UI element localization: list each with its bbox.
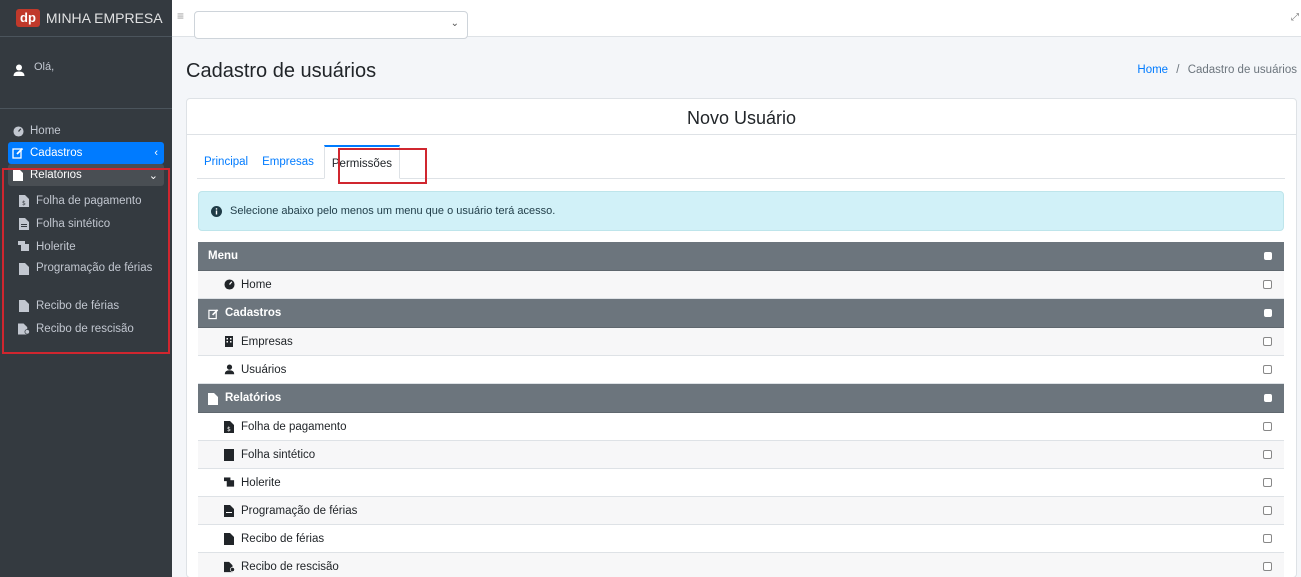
- hamburger-menu-icon[interactable]: ≡: [177, 10, 187, 22]
- permissions-table: Menu Home Cadastros Empresas Usuários Re…: [198, 242, 1284, 577]
- breadcrumb-separator: /: [1176, 64, 1180, 76]
- card-title: Novo Usuário: [187, 99, 1296, 135]
- file-icon: [224, 533, 235, 545]
- table-row-header-menu: Menu: [198, 242, 1284, 271]
- company-select[interactable]: ⌄: [194, 11, 468, 39]
- fullscreen-icon[interactable]: ⤢: [1291, 12, 1299, 23]
- info-alert: Selecione abaixo pelo menos um menu que …: [198, 191, 1284, 231]
- breadcrumb-current: Cadastro de usuários: [1187, 64, 1297, 76]
- checkbox[interactable]: [1263, 478, 1272, 487]
- row-label: Usuários: [241, 363, 287, 376]
- breadcrumb: Home / Cadastro de usuários: [1137, 64, 1297, 76]
- table-row-header-relatorios: Relatórios: [198, 384, 1284, 413]
- user-icon: [224, 364, 235, 375]
- row-label: Programação de férias: [241, 504, 358, 517]
- row-label: Home: [241, 278, 272, 291]
- brand[interactable]: dp MINHA EMPRESA: [0, 0, 172, 37]
- checkbox[interactable]: [1263, 562, 1272, 571]
- checkbox[interactable]: [1263, 422, 1272, 431]
- checkbox[interactable]: [1264, 252, 1272, 260]
- table-row: Empresas: [198, 328, 1284, 356]
- sidebar-item-label: Home: [30, 125, 61, 137]
- row-label: Menu: [208, 250, 239, 262]
- chevron-down-icon: ⌄: [450, 18, 459, 29]
- table-row: Holerite: [198, 469, 1284, 497]
- edit-icon: [12, 147, 24, 159]
- brand-name: MINHA EMPRESA: [45, 10, 163, 26]
- checkbox[interactable]: [1264, 309, 1272, 317]
- dashboard-icon: [12, 125, 24, 137]
- building-icon: [224, 336, 235, 347]
- info-circle-icon: [211, 205, 222, 217]
- edit-icon: [208, 308, 219, 319]
- checkbox[interactable]: [1263, 506, 1272, 515]
- table-row: Home: [198, 271, 1284, 299]
- file-icon: [224, 505, 235, 517]
- user-icon: [13, 64, 25, 76]
- user-panel[interactable]: Olá,: [0, 37, 172, 109]
- row-label: Recibo de férias: [241, 532, 325, 545]
- row-label: Relatórios: [225, 392, 282, 404]
- table-row: Folha sintético: [198, 441, 1284, 469]
- receipt-icon: [224, 477, 235, 488]
- user-greeting: Olá,: [34, 61, 55, 73]
- file-invoice-icon: $: [224, 421, 235, 433]
- dashboard-icon: [224, 279, 235, 290]
- chevron-left-icon: ‹: [154, 147, 158, 159]
- table-row-header-cadastros: Cadastros: [198, 299, 1284, 328]
- row-label: Folha sintético: [241, 448, 316, 461]
- row-label: Cadastros: [225, 307, 282, 319]
- top-navbar: ≡ ⌄ ⤢: [172, 0, 1301, 39]
- row-label: Holerite: [241, 476, 281, 489]
- file-icon: [208, 392, 219, 405]
- row-label: Folha de pagamento: [241, 420, 347, 433]
- table-row: Programação de férias: [198, 497, 1284, 525]
- file-signature-icon: [224, 561, 235, 573]
- sidebar-item-home[interactable]: Home: [8, 120, 164, 142]
- sidebar: dp MINHA EMPRESA Olá, Home Cadastros ‹ R…: [0, 0, 172, 577]
- checkbox[interactable]: [1263, 337, 1272, 346]
- breadcrumb-home-link[interactable]: Home: [1137, 64, 1168, 76]
- highlight-box-permissoes-tab: [338, 148, 427, 184]
- page-title: Cadastro de usuários: [186, 60, 377, 82]
- checkbox[interactable]: [1264, 394, 1272, 402]
- row-label: Recibo de rescisão: [241, 560, 339, 573]
- table-row: $ Folha de pagamento: [198, 413, 1284, 441]
- checkbox[interactable]: [1263, 365, 1272, 374]
- brand-logo: dp: [16, 9, 40, 27]
- tab-principal[interactable]: Principal: [197, 145, 255, 178]
- sidebar-item-label: Cadastros: [30, 147, 83, 159]
- svg-text:$: $: [227, 426, 231, 433]
- checkbox[interactable]: [1263, 280, 1272, 289]
- file-alt-icon: [224, 449, 235, 461]
- table-row: Recibo de férias: [198, 525, 1284, 553]
- table-row: Recibo de rescisão: [198, 553, 1284, 577]
- tab-empresas[interactable]: Empresas: [255, 145, 321, 178]
- highlight-box-relatorios: [2, 168, 170, 354]
- alert-text: Selecione abaixo pelo menos um menu que …: [230, 205, 556, 217]
- checkbox[interactable]: [1263, 534, 1272, 543]
- sidebar-item-cadastros[interactable]: Cadastros ‹: [8, 142, 164, 164]
- row-label: Empresas: [241, 335, 293, 348]
- table-row: Usuários: [198, 356, 1284, 384]
- checkbox[interactable]: [1263, 450, 1272, 459]
